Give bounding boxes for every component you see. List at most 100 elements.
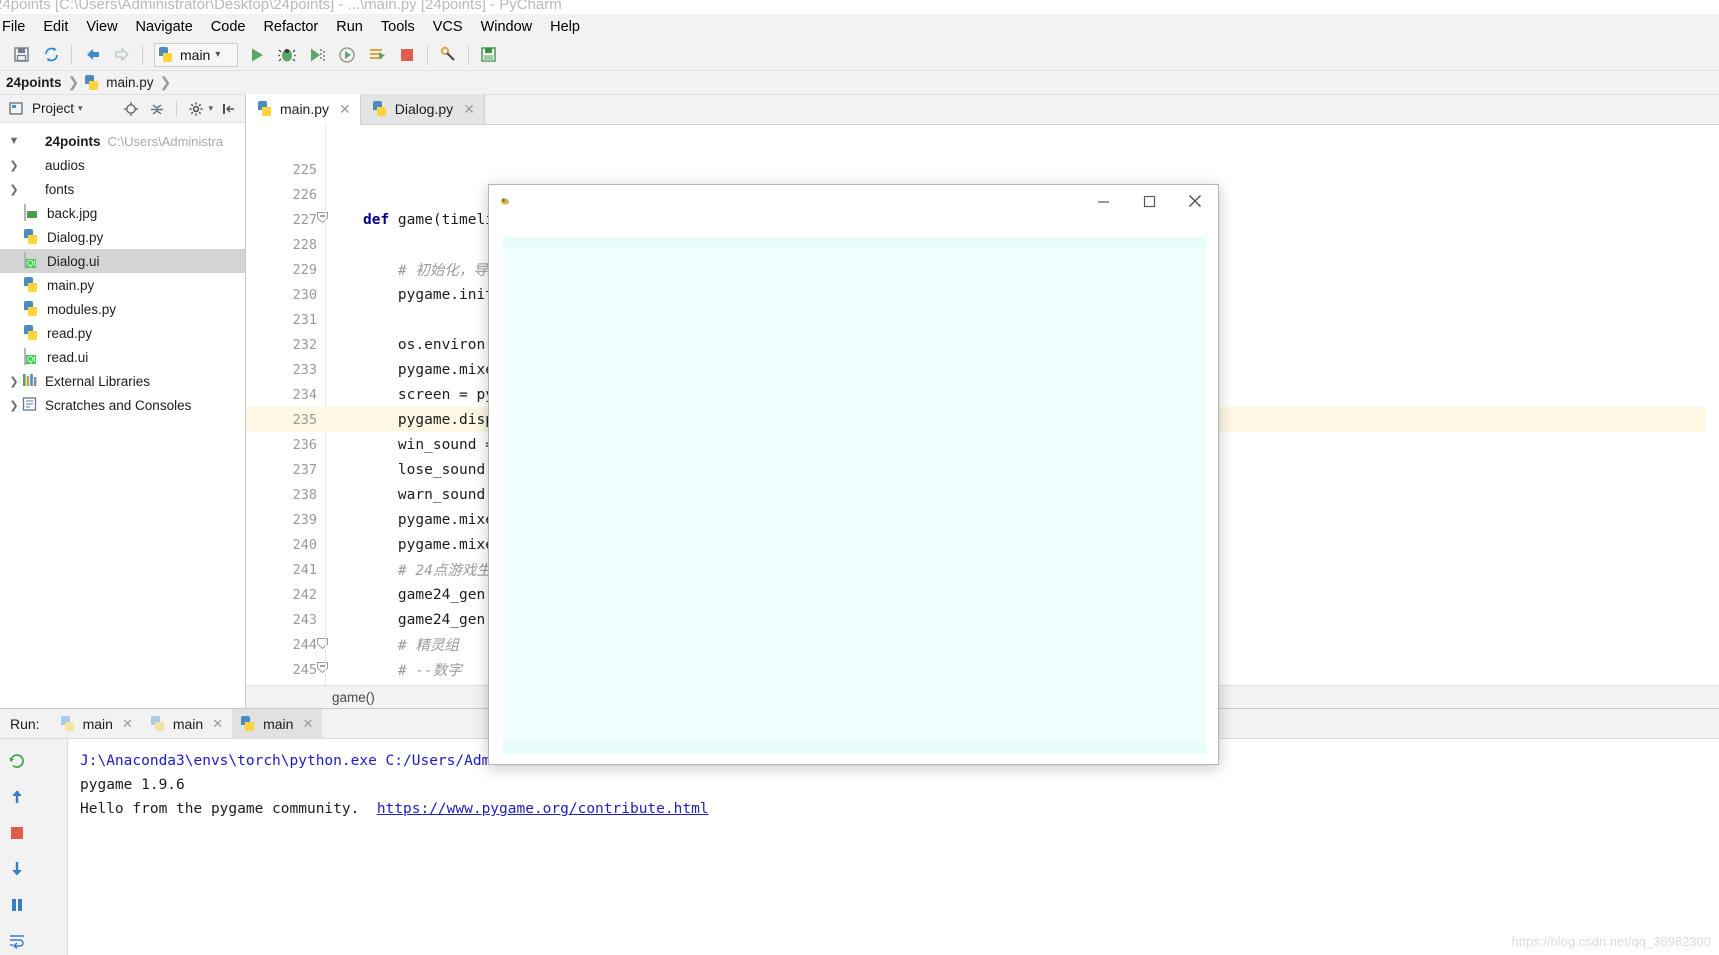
collapse-all-icon[interactable]: [147, 99, 167, 119]
minimize-icon[interactable]: [1080, 185, 1126, 217]
chevron-expanded-icon[interactable]: ▼: [6, 135, 22, 147]
tree-node-external-libraries[interactable]: ❯ External Libraries: [0, 369, 245, 393]
close-icon[interactable]: ✕: [302, 716, 313, 732]
menu-item-run[interactable]: Run: [327, 17, 372, 37]
close-icon[interactable]: ✕: [463, 101, 475, 118]
tree-node-dialog-ui[interactable]: Dialog.ui: [0, 249, 245, 273]
code-line: [325, 157, 1719, 182]
tree-node-dialog-py[interactable]: Dialog.py: [0, 225, 245, 249]
chevron-collapsed-icon[interactable]: ❯: [6, 375, 22, 388]
python-file-icon: [24, 301, 42, 317]
editor-tab-dialog-py[interactable]: Dialog.py ✕: [361, 94, 485, 124]
chevron-down-icon[interactable]: ▾: [78, 103, 83, 114]
line-number: 244: [246, 632, 325, 657]
run-tab-1[interactable]: main ✕: [52, 709, 142, 739]
tree-node-scratches-and-consoles[interactable]: ❯ Scratches and Consoles: [0, 393, 245, 417]
save-icon[interactable]: [8, 42, 34, 68]
hide-panel-icon[interactable]: [219, 99, 239, 119]
console-link[interactable]: https://www.pygame.org/contribute.html: [377, 801, 709, 817]
run-tab-2[interactable]: main ✕: [142, 709, 232, 739]
run-tab-label: main: [173, 716, 203, 732]
forward-arrow-icon[interactable]: [109, 42, 135, 68]
scroll-down-icon[interactable]: [1, 853, 33, 885]
menu-item-help[interactable]: Help: [541, 17, 589, 37]
editor-scrollbar[interactable]: [1706, 155, 1719, 708]
gear-icon[interactable]: [186, 99, 206, 119]
chevron-down-icon-2[interactable]: ▾: [208, 103, 213, 114]
menu-bar: File Edit View Navigate Code Refactor Ru…: [0, 14, 1719, 39]
tree-node-main-py[interactable]: main.py: [0, 273, 245, 297]
console-line-greeting: Hello from the pygame community. https:/…: [80, 797, 1719, 821]
profile-icon[interactable]: [334, 42, 360, 68]
tree-node-modules-py[interactable]: modules.py: [0, 297, 245, 321]
editor-tab-label: main.py: [280, 101, 329, 117]
menu-item-code[interactable]: Code: [202, 17, 255, 37]
run-with-console-icon[interactable]: [364, 42, 390, 68]
run-console[interactable]: J:\Anaconda3\envs\torch\python.exe C:/Us…: [68, 739, 1719, 955]
chevron-collapsed-icon[interactable]: ❯: [6, 183, 22, 196]
line-number: 225: [246, 157, 325, 182]
run-tab-label: main: [83, 716, 113, 732]
breadcrumb-separator: ❯: [68, 74, 80, 91]
python-file-icon: [159, 47, 175, 63]
tree-node-back-jpg[interactable]: back.jpg: [0, 201, 245, 225]
tree-node-audios[interactable]: ❯ audios: [0, 153, 245, 177]
editor-tab-main-py[interactable]: main.py ✕: [246, 94, 361, 124]
stop-icon[interactable]: [1, 817, 33, 849]
sync-icon[interactable]: [38, 42, 64, 68]
scratches-icon: [22, 397, 40, 413]
pygame-canvas[interactable]: [503, 237, 1206, 754]
menu-item-file[interactable]: File: [0, 17, 34, 37]
stop-icon[interactable]: [394, 42, 420, 68]
run-tab-3[interactable]: main ✕: [232, 709, 322, 739]
menu-item-edit[interactable]: Edit: [34, 17, 77, 37]
settings-wrench-icon[interactable]: [435, 42, 461, 68]
breadcrumb-project[interactable]: 24points: [0, 75, 68, 90]
locate-icon[interactable]: [121, 99, 141, 119]
save-all-icon[interactable]: [476, 42, 502, 68]
run-icon[interactable]: [244, 42, 270, 68]
coverage-icon[interactable]: [304, 42, 330, 68]
tree-node-fonts[interactable]: ❯ fonts: [0, 177, 245, 201]
pygame-window[interactable]: [488, 184, 1219, 765]
close-icon[interactable]: ✕: [212, 716, 223, 732]
menu-item-tools[interactable]: Tools: [372, 17, 424, 37]
soft-wrap-icon[interactable]: [1, 925, 33, 955]
tree-node-label: main.py: [47, 278, 94, 293]
maximize-icon[interactable]: [1126, 185, 1172, 217]
tree-node-24points[interactable]: ▼ 24points C:\Users\Administra: [0, 129, 245, 153]
pygame-window-titlebar[interactable]: [489, 185, 1218, 217]
tree-node-read-py[interactable]: read.py: [0, 321, 245, 345]
tree-node-label: 24points: [45, 134, 101, 149]
line-number: 245: [246, 657, 325, 682]
rerun-icon[interactable]: [1, 745, 33, 777]
menu-item-view[interactable]: View: [77, 17, 126, 37]
project-toolbar: Project ▾ ▾: [0, 95, 245, 123]
menu-item-vcs[interactable]: VCS: [424, 17, 472, 37]
tree-node-label: Dialog.ui: [47, 254, 100, 269]
pygame-canvas-inner[interactable]: [503, 249, 1206, 742]
tree-node-read-ui[interactable]: read.ui: [0, 345, 245, 369]
run-pane-label: Run:: [0, 716, 52, 732]
menu-item-refactor[interactable]: Refactor: [254, 17, 327, 37]
chevron-collapsed-icon[interactable]: ❯: [6, 399, 22, 412]
breadcrumb-file-label: main.py: [106, 75, 153, 90]
close-icon[interactable]: ✕: [122, 716, 133, 732]
tree-node-label: audios: [45, 158, 85, 173]
breadcrumb-file[interactable]: main.py: [79, 75, 159, 91]
tree-node-label: External Libraries: [45, 374, 150, 389]
close-icon[interactable]: ✕: [339, 101, 351, 118]
close-icon[interactable]: [1172, 185, 1218, 217]
back-arrow-icon[interactable]: [79, 42, 105, 68]
tree-node-label: Scratches and Consoles: [45, 398, 191, 413]
menu-item-window[interactable]: Window: [472, 17, 542, 37]
pause-icon[interactable]: [1, 889, 33, 921]
chevron-collapsed-icon[interactable]: ❯: [6, 159, 22, 172]
line-number: 227: [246, 207, 325, 232]
debug-icon[interactable]: [274, 42, 300, 68]
line-number: 238: [246, 482, 325, 507]
scroll-up-icon[interactable]: [1, 781, 33, 813]
editor-gutter[interactable]: 225 226 227 228 229 230 231 232 233 234 …: [246, 125, 325, 685]
menu-item-navigate[interactable]: Navigate: [127, 17, 202, 37]
run-configuration-selector[interactable]: main ▾: [154, 43, 238, 67]
